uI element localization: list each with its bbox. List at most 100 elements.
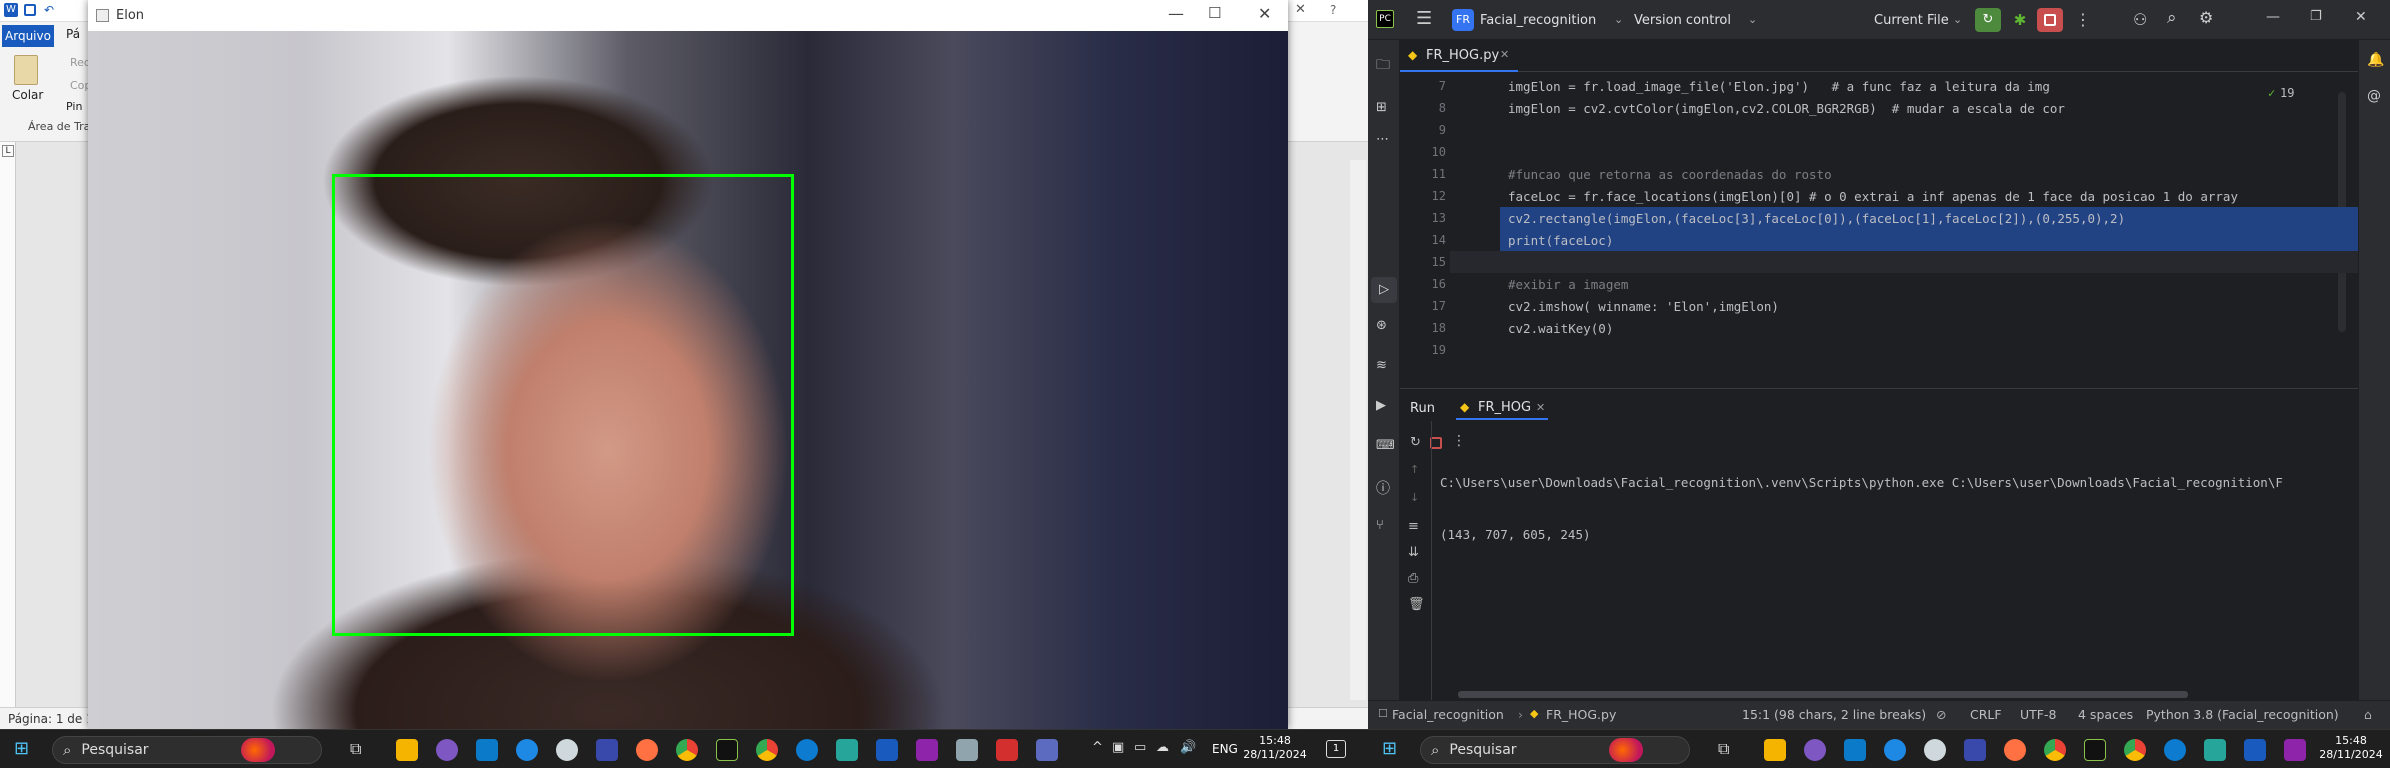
paste-icon[interactable]: [14, 55, 38, 85]
tab-inicio[interactable]: Pá: [66, 27, 80, 41]
battery-icon[interactable]: ▭: [1134, 740, 1146, 755]
app-icon[interactable]: [2004, 739, 2026, 761]
tab-arquivo[interactable]: Arquivo: [2, 25, 54, 47]
git-icon[interactable]: ⑂: [1376, 518, 1384, 533]
task-view-icon[interactable]: ⧉: [1718, 739, 1729, 759]
file-explorer-icon[interactable]: [396, 739, 418, 761]
volume-icon[interactable]: 🔊: [1180, 740, 1196, 755]
close-tab-icon[interactable]: ✕: [1536, 401, 1545, 414]
app-icon[interactable]: [636, 739, 658, 761]
chevron-down-icon[interactable]: ⌄: [1748, 13, 1757, 26]
undo-icon[interactable]: ↶: [44, 3, 54, 17]
clock[interactable]: 15:48 28/11/2024: [1240, 734, 1310, 762]
word-close-icon[interactable]: ✕: [1295, 2, 1306, 17]
language-indicator[interactable]: ENG: [1212, 742, 1238, 756]
debug-icon[interactable]: ✱: [2010, 10, 2030, 30]
indent-setting[interactable]: 4 spaces: [2078, 707, 2133, 722]
console-output[interactable]: C:\Users\user\Downloads\Facial_recogniti…: [1440, 445, 2358, 645]
lock-icon[interactable]: ⌂: [2364, 707, 2372, 722]
close-tab-icon[interactable]: ✕: [1500, 48, 1509, 61]
chevron-down-icon[interactable]: ⌄: [1614, 13, 1623, 26]
clear-icon[interactable]: 🗑: [1408, 597, 1425, 612]
word-help-icon[interactable]: ?: [1330, 3, 1336, 17]
layers-icon[interactable]: ≋: [1376, 358, 1387, 373]
problems-icon[interactable]: ⓘ: [1376, 478, 1390, 498]
breadcrumb-project[interactable]: Facial_recognition: [1392, 707, 1504, 722]
read-only-icon[interactable]: ⊘: [1936, 707, 1946, 722]
code-editor[interactable]: ✓ 19 7 imgElon = fr.load_image_file('Elon…: [1400, 72, 2358, 382]
scroll-to-end-icon[interactable]: ⇊: [1408, 545, 1419, 560]
paste-label[interactable]: Colar: [12, 88, 43, 102]
services-icon[interactable]: ▶: [1376, 398, 1386, 413]
scroll-up-icon[interactable]: ↑: [1410, 463, 1419, 476]
chrome-icon[interactable]: [756, 739, 778, 761]
clock[interactable]: 15:48 28/11/2024: [2314, 734, 2388, 762]
project-selector[interactable]: Facial_recognition: [1480, 13, 1596, 28]
app-icon[interactable]: [596, 739, 618, 761]
app-icon[interactable]: [916, 739, 938, 761]
project-badge[interactable]: FR: [1452, 9, 1474, 31]
file-explorer-icon[interactable]: [1764, 739, 1786, 761]
minimize-icon[interactable]: —: [1168, 4, 1184, 23]
notifications-icon[interactable]: 🔔: [2367, 52, 2384, 68]
chevron-down-icon[interactable]: ⌄: [1953, 13, 1962, 26]
app-icon[interactable]: [436, 739, 458, 761]
word-taskbar-icon[interactable]: [876, 739, 898, 761]
run-config-selector[interactable]: Current File: [1874, 13, 1949, 28]
close-icon[interactable]: ✕: [1258, 4, 1271, 23]
more-actions-icon[interactable]: ⋮: [2075, 10, 2091, 29]
cut-label[interactable]: Rec: [70, 56, 90, 69]
settings-icon[interactable]: ⚙: [2199, 8, 2213, 27]
app-icon[interactable]: [836, 739, 858, 761]
scroll-down-icon[interactable]: ↓: [1410, 491, 1419, 504]
file-encoding[interactable]: UTF-8: [2020, 707, 2056, 722]
app-icon[interactable]: [556, 739, 578, 761]
rerun-icon[interactable]: ↻: [1975, 8, 2001, 32]
console-hscrollbar[interactable]: [1458, 691, 2188, 698]
app-icon[interactable]: [2284, 739, 2306, 761]
line-separator[interactable]: CRLF: [1970, 707, 2002, 722]
print-icon[interactable]: ⎙: [1408, 571, 1418, 586]
breadcrumb-file[interactable]: FR_HOG.py: [1546, 707, 1616, 722]
close-icon[interactable]: ✕: [2355, 9, 2367, 25]
tray-app-icon[interactable]: ▣: [1112, 740, 1124, 755]
minimize-icon[interactable]: —: [2266, 9, 2280, 25]
pycharm-taskbar-icon[interactable]: [2084, 739, 2106, 761]
tab-fr-hog[interactable]: ◆ FR_HOG.py ✕: [1400, 40, 1518, 72]
chrome-icon[interactable]: [2044, 739, 2066, 761]
word-vertical-scrollbar[interactable]: [1350, 160, 1366, 700]
taskbar-search[interactable]: ⌕ Pesquisar: [52, 736, 322, 764]
edge-icon[interactable]: [2164, 739, 2186, 761]
more-tools-icon[interactable]: ⋯: [1376, 132, 1389, 147]
pycharm-taskbar-icon[interactable]: [716, 739, 738, 761]
caret-position[interactable]: 15:1 (98 chars, 2 line breaks): [1742, 707, 1926, 722]
task-view-icon[interactable]: ⧉: [350, 739, 361, 759]
run-config-tab[interactable]: ◆ FR_HOG ✕: [1456, 394, 1548, 420]
tray-chevron-icon[interactable]: ^: [1092, 740, 1103, 755]
network-icon[interactable]: ☁: [1156, 740, 1169, 755]
app-icon[interactable]: [1036, 739, 1058, 761]
ai-assistant-icon[interactable]: @: [2367, 88, 2381, 104]
word-taskbar-icon[interactable]: [2244, 739, 2266, 761]
app-icon[interactable]: [1964, 739, 1986, 761]
app-icon[interactable]: [1804, 739, 1826, 761]
add-user-icon[interactable]: ⚇: [2133, 10, 2147, 29]
main-menu-icon[interactable]: ☰: [1416, 10, 1432, 28]
python-packages-icon[interactable]: ⊛: [1376, 318, 1387, 333]
stop-button[interactable]: [2037, 8, 2063, 32]
app-icon[interactable]: [516, 739, 538, 761]
restore-icon[interactable]: ❐: [2310, 9, 2322, 24]
soft-wrap-icon[interactable]: ≡: [1408, 519, 1419, 534]
maximize-icon[interactable]: ☐: [1208, 4, 1221, 22]
chrome-icon[interactable]: [676, 739, 698, 761]
windows-start-icon[interactable]: ⊞: [1382, 738, 1397, 759]
search-icon[interactable]: ⌕: [2167, 8, 2177, 28]
chrome-icon[interactable]: [2124, 739, 2146, 761]
vscode-icon[interactable]: [476, 739, 498, 761]
run-tool-icon[interactable]: ▷: [1371, 277, 1397, 303]
ruler-tab-selector[interactable]: L: [2, 145, 14, 157]
image-window-titlebar[interactable]: Elon — ☐ ✕: [88, 0, 1288, 31]
app-icon[interactable]: [1924, 739, 1946, 761]
terminal-icon[interactable]: ⌨: [1376, 438, 1395, 453]
version-control-menu[interactable]: Version control: [1634, 13, 1731, 28]
